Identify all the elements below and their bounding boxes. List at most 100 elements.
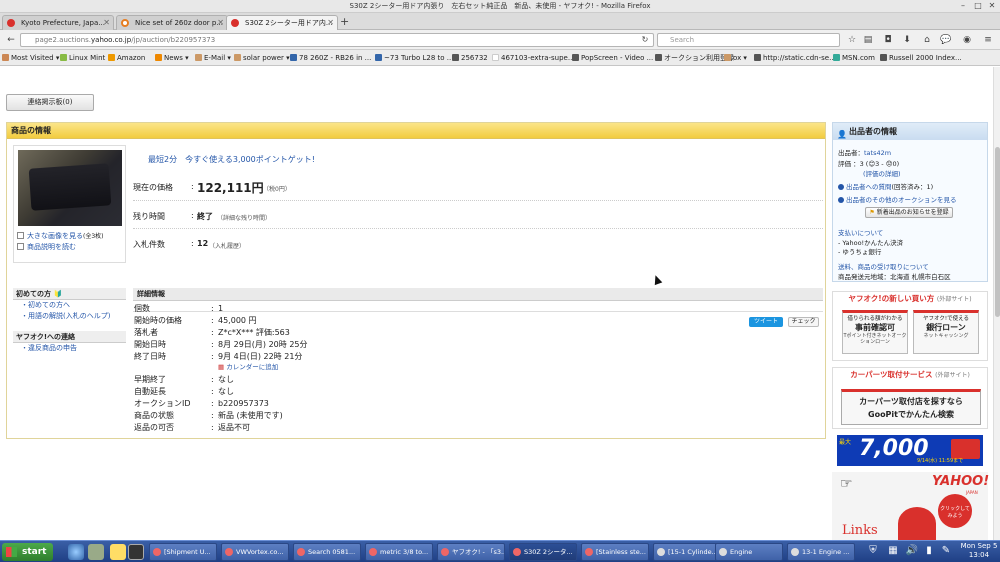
notify-new-listing-button[interactable]: ⚑ 新着出品のお知らせを登録 [865,207,953,218]
bookmark-news[interactable]: News ▾ [155,50,189,65]
task-vwvortex[interactable]: VWVortex.co... [221,543,289,561]
task-stainless[interactable]: [Stainless ste... [581,543,649,561]
beginner-title: 初めての方 [16,290,51,298]
rating-detail-link[interactable]: (評価の詳細) [863,168,901,178]
car-parts-ad: カーパーツ取付サービス (外部サイト) カーパーツ取付店を探すなら GooPit… [832,367,988,429]
page-scrollbar[interactable] [993,67,1000,540]
network-icon[interactable]: ▦ [886,544,900,558]
bookmark-amazon[interactable]: Amazon [108,50,145,65]
seller-question-link[interactable]: 出品者への質問(回答済み：1) [838,181,933,191]
volume-icon[interactable]: 🔊 [905,544,919,558]
tab-strip: Kyoto Prefecture, Japa... ✕ Nice set of … [0,13,1000,30]
task-shipment[interactable]: [Shipment U... [149,543,217,561]
taskbar-clock[interactable]: Mon Sep 5 13:04 [958,542,1000,560]
bookmark-russell[interactable]: Russell 2000 Index... [880,50,962,65]
car-parts-title: カーパーツ取付サービス [850,370,933,379]
read-description-link[interactable]: 商品説明を読む [17,242,104,253]
bookmark-467103[interactable]: 467103-extra-supe... [492,50,575,65]
t-point-banner[interactable]: 最大 7,000 9/14(水) 11:59まで [837,435,983,466]
terminal-launcher-icon[interactable] [128,544,144,560]
url-bar[interactable]: page2.auctions.yahoo.co.jp/jp/auction/b2… [20,33,654,47]
tab-close-icon[interactable]: ✕ [327,16,334,30]
bookmark-ox[interactable]: ox ▾ [724,50,747,65]
search-input[interactable]: Search [657,33,840,47]
task-yahoo-auction[interactable]: ヤフオク! - 「s3... [437,543,505,561]
bbs-button[interactable]: 連絡掲示板(0) [6,94,94,111]
task-metric[interactable]: metric 3/8 to... [365,543,433,561]
seller-name-link[interactable]: tats42m [864,149,891,157]
task-engine-13[interactable]: 13-1 Engine ... [787,543,855,561]
back-icon[interactable]: ← [4,33,18,47]
tab-label: Nice set of 260z door p... [135,19,223,27]
loan-precheck-card[interactable]: 借りられる額がわかる 事前確認可 Tポイント付きネットオークションローン [842,310,908,354]
close-window-button[interactable]: ✕ [987,1,997,11]
task-search[interactable]: Search 0581... [293,543,361,561]
task-s30z[interactable]: S30Z 2シータ... [509,543,577,561]
maximize-button[interactable]: □ [973,1,983,11]
home-icon[interactable]: ⌂ [920,33,934,47]
bookmark-solar-power[interactable]: solar power ▾ [234,50,290,65]
scrollbar-thumb[interactable] [995,147,1000,317]
tab-s30z[interactable]: S30Z 2シーター用ドア内... ✕ [226,15,338,30]
bookmark-email[interactable]: E-Mail ▾ [195,50,231,65]
detail-row-returns: 返品の可否: 返品不可 [134,422,250,432]
bookmark-auction-register[interactable]: オークション利用登録 [655,50,734,65]
folder-launcher-icon[interactable] [110,544,126,560]
seller-label: 出品者： [838,149,864,157]
seller-title: 出品者の情報 [849,127,897,136]
addon-icon[interactable]: ◉ [960,33,974,47]
browser-launcher-icon[interactable] [68,544,84,560]
bids-value: 12 [197,239,209,248]
bookmark-most-visited[interactable]: Most Visited ▾ [2,50,59,65]
item-info-title: 商品の情報 [7,123,825,139]
tab-close-icon[interactable]: ✕ [103,16,110,30]
bookmark-star-icon[interactable]: ☆ [845,33,859,47]
download-icon[interactable]: ⬇ [900,33,914,47]
start-button[interactable]: start [2,543,53,561]
payment-info-link[interactable]: 支払いについて [838,227,883,237]
yahoo-links-banner[interactable]: ☞ YAHOO! JAPAN Links クリックしてみよう [832,472,989,540]
shipping-info-link[interactable]: 送料、商品の受け取りについて [838,261,929,271]
window-titlebar: S30Z 2シーター用ドア内張り 左右セット純正品 新品、未使用 - ヤフオク!… [0,0,1000,13]
minimize-button[interactable]: – [958,1,968,11]
reload-icon[interactable]: ↻ [638,33,652,47]
bookmark-turbo[interactable]: ~73 Turbo L28 to ... [375,50,453,65]
seller-other-auctions-link[interactable]: 出品者のその他のオークションを見る [838,194,957,204]
bookmark-popscreen[interactable]: PopScreen - Video ... [572,50,653,65]
add-to-calendar-link[interactable]: ▦ カレンダーに追加 [133,362,823,374]
goopit-search-button[interactable]: カーパーツ取付店を探すなら GooPitでかんたん検索 [841,389,981,425]
bookmark-256732[interactable]: 256732 [452,50,488,65]
document-icon [17,243,24,250]
keyboard-icon[interactable]: ✎ [939,544,953,558]
rating-label: 評価 [838,160,851,168]
new-tab-button[interactable]: + [340,15,349,29]
beginner-box: 初めての方 🔰 ・初めての方へ ・用語の解説(入札のヘルプ) [13,288,126,322]
bookmarks-list-icon[interactable]: ▤ [861,33,875,47]
files-launcher-icon[interactable] [88,544,104,560]
task-engine[interactable]: Engine [715,543,783,561]
time-value: 終了 [197,212,213,221]
bookmark-msn[interactable]: MSN.com [833,50,875,65]
sidebar-item-glossary[interactable]: ・用語の解説(入札のヘルプ) [13,311,126,322]
tab-nice-set[interactable]: Nice set of 260z door p... ✕ [116,15,228,30]
battery-icon[interactable]: ▮ [922,544,936,558]
tab-kyoto[interactable]: Kyoto Prefecture, Japa... ✕ [2,15,114,30]
shield-icon[interactable]: ⛨ [866,544,880,558]
chat-icon[interactable]: 💬 [939,33,953,47]
bookmark-linux-mint[interactable]: Linux Mint [60,50,105,65]
item-thumbnail-image[interactable] [18,150,122,226]
sidebar-item-beginners[interactable]: ・初めての方へ [13,300,126,311]
task-cylinder[interactable]: [15-1 Cylinde... [653,543,721,561]
point-promo-link[interactable]: 最短2分 今すぐ使える3,000ポイントゲット! [148,154,315,165]
bank-loan-card[interactable]: ヤフオク!で使える 銀行ローン ネットキャッシング [913,310,979,354]
bookmark-static-cdn[interactable]: http://static.cdn-se... [754,50,836,65]
time-detail-link[interactable]: （詳細な残り時間） [217,213,271,222]
pocket-icon[interactable]: ◘ [881,33,895,47]
tab-close-icon[interactable]: ✕ [217,16,224,30]
time-row: 残り時間 : 終了 （詳細な残り時間） [133,203,823,229]
bid-history-link[interactable]: （入札履歴） [209,241,245,250]
sidebar-item-report[interactable]: ・違反商品の申告 [13,343,126,354]
menu-icon[interactable]: ≡ [981,33,995,47]
view-large-images-link[interactable]: 大きな画像を見る(全3枚) [17,231,104,242]
bookmark-260z[interactable]: 78 260Z - RB26 in ... [290,50,371,65]
